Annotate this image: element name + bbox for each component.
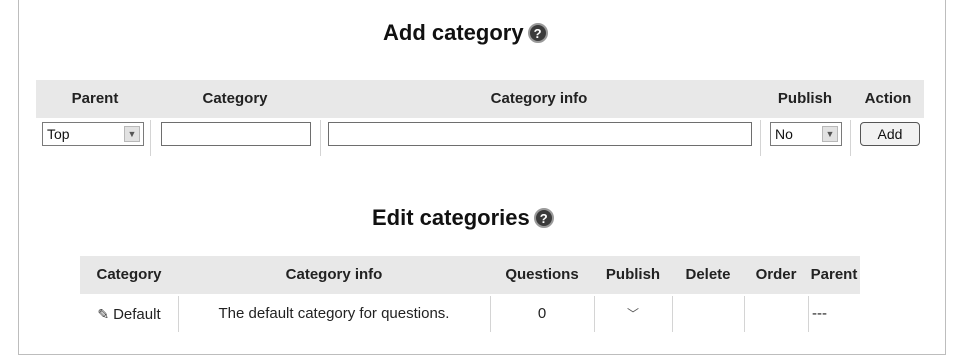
order-cell xyxy=(744,296,808,332)
add-category-title: Add category xyxy=(383,20,524,45)
column-header-publish: Publish xyxy=(605,266,661,283)
tick-icon[interactable]: ﹀ xyxy=(627,307,639,321)
column-header-delete: Delete xyxy=(685,266,731,283)
edit-categories-title: Edit categories xyxy=(372,205,530,230)
cell-divider xyxy=(150,120,151,156)
column-header-category-info: Category info xyxy=(285,266,383,283)
cell-divider xyxy=(320,120,321,156)
chevron-down-icon[interactable]: ▼ xyxy=(822,126,838,142)
publish-select[interactable]: No ▼ xyxy=(770,122,842,146)
edit-icon[interactable]: ✎ xyxy=(97,296,109,332)
category-info-input[interactable] xyxy=(328,122,752,146)
column-header-publish: Publish xyxy=(777,90,833,107)
help-icon[interactable]: ? xyxy=(527,23,548,43)
parent-cell: --- xyxy=(812,305,827,322)
cell-divider xyxy=(760,120,761,156)
column-header-action: Action xyxy=(864,90,912,107)
delete-cell xyxy=(672,296,744,332)
column-header-order: Order xyxy=(755,266,797,283)
publish-select-value: No xyxy=(775,126,793,142)
cell-divider xyxy=(850,120,851,156)
edit-categories-heading: Edit categories ? xyxy=(372,205,554,231)
category-name-input[interactable] xyxy=(161,122,311,146)
add-button[interactable]: Add xyxy=(860,122,920,146)
help-icon[interactable]: ? xyxy=(533,208,554,228)
column-header-parent: Parent xyxy=(810,266,858,283)
parent-select-value: Top xyxy=(47,126,70,142)
category-cell: ✎ Default xyxy=(80,296,178,332)
column-header-parent: Parent xyxy=(71,90,119,107)
questions-count: 0 xyxy=(537,305,547,322)
add-category-heading: Add category ? xyxy=(383,20,548,46)
column-header-category: Category xyxy=(96,266,162,283)
column-header-category-info: Category info xyxy=(490,90,588,107)
parent-select[interactable]: Top ▼ xyxy=(42,122,144,146)
category-info-cell: The default category for questions. xyxy=(218,305,450,322)
column-header-questions: Questions xyxy=(505,266,579,283)
chevron-down-icon[interactable]: ▼ xyxy=(124,126,140,142)
publish-cell: ﹀ xyxy=(594,296,672,332)
category-name[interactable]: Default xyxy=(113,306,161,323)
column-header-category: Category xyxy=(202,90,268,107)
